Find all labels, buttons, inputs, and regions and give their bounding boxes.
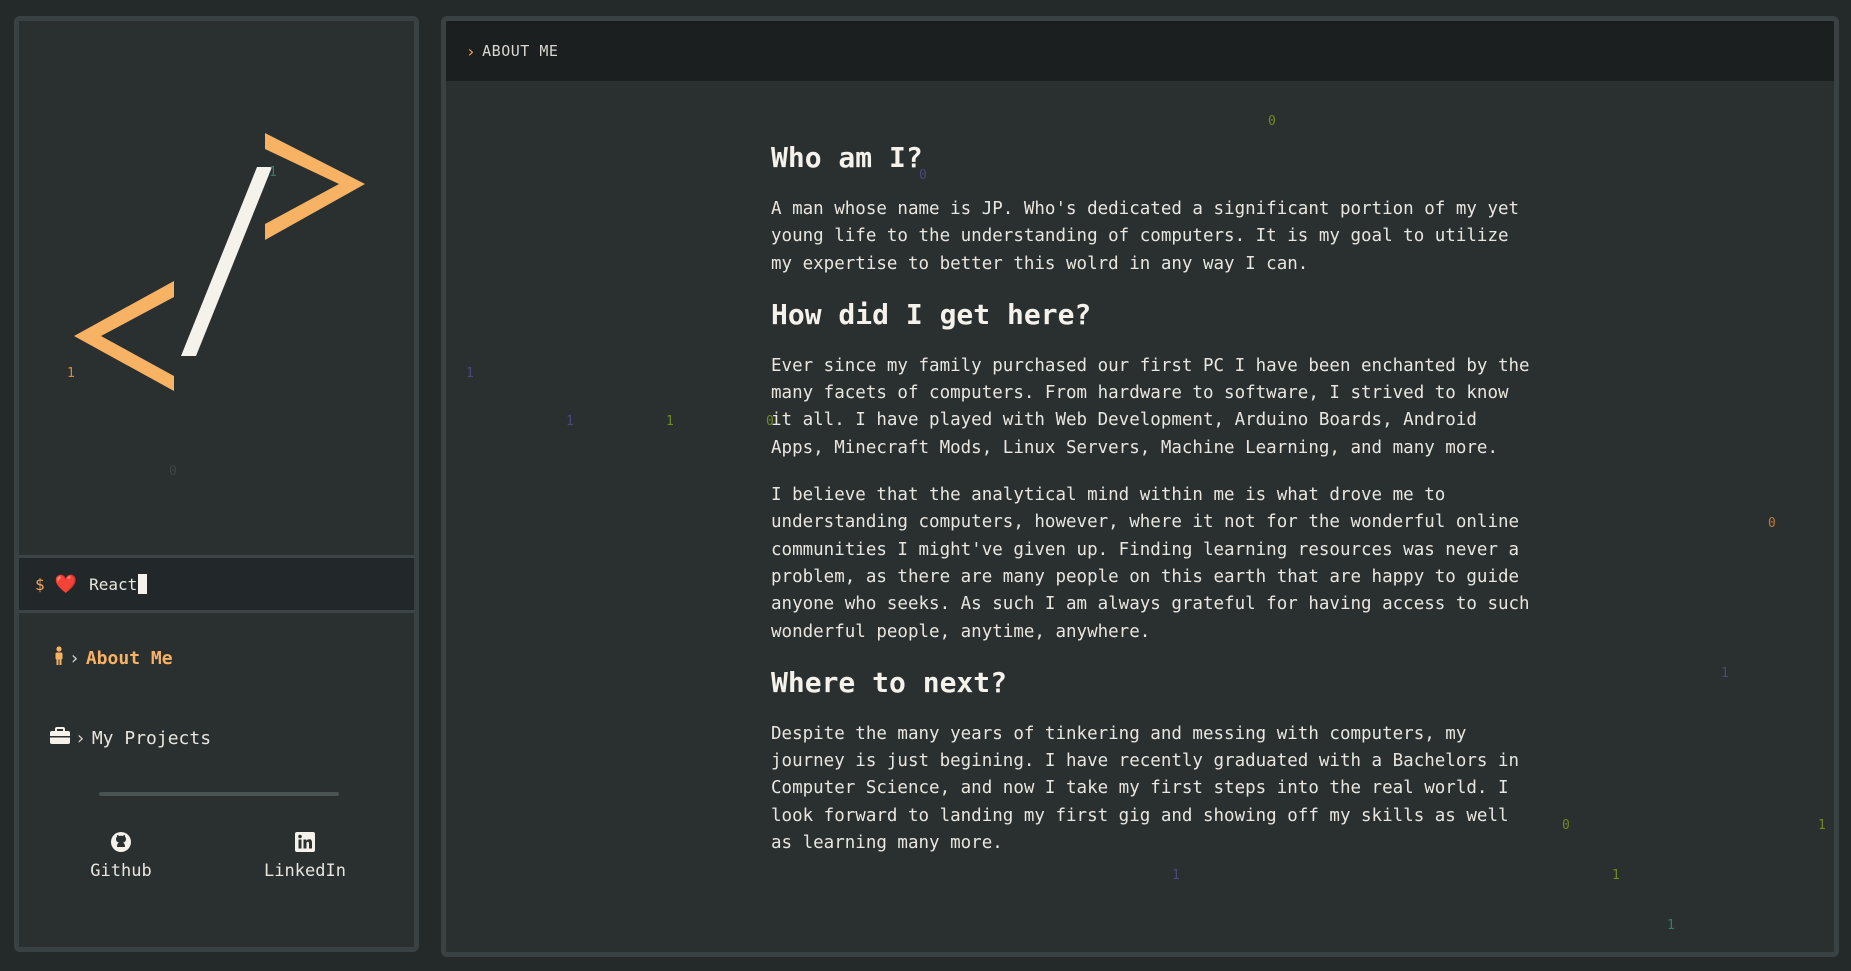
svg-text:1: 1 (269, 165, 277, 180)
section-paragraph: Ever since my family purchased our first… (771, 355, 1530, 458)
briefcase-icon (49, 727, 71, 750)
section-heading: How did I get here? (771, 297, 1092, 331)
binary-rain-digit: 1 (1818, 818, 1826, 833)
logo-area: 1 1 0 (19, 21, 414, 555)
linkedin-label: LinkedIn (264, 861, 346, 881)
terminal-prompt: $ (35, 574, 45, 594)
github-link[interactable]: Github (61, 831, 181, 881)
binary-rain-digit: 1 (1667, 918, 1675, 933)
about-content: Who am I? A man whose name is JP. Who's … (771, 141, 1531, 877)
linkedin-icon (245, 831, 365, 858)
code-logo-icon: 1 1 0 (67, 133, 365, 479)
section-paragraph: Despite the many years of tinkering and … (771, 723, 1520, 854)
terminal-text: React (89, 574, 138, 594)
binary-rain-digit: 1 (566, 414, 574, 429)
github-label: Github (90, 861, 152, 881)
section-paragraph: I believe that the analytical mind withi… (771, 485, 1530, 642)
chevron-right-icon: › (466, 41, 477, 61)
chevron-right-icon: › (69, 648, 80, 669)
nav-about-me[interactable]: › About Me (53, 646, 173, 671)
binary-rain-digit: 0 (1562, 818, 1570, 833)
binary-rain-digit: 1 (466, 366, 474, 381)
svg-text:1: 1 (67, 366, 75, 381)
section-heading: Who am I? (771, 141, 923, 174)
terminal-cursor (138, 574, 148, 594)
sidebar: 1 1 0 $ ❤️ React › About Me › My Project… (14, 16, 419, 952)
chevron-right-icon: › (75, 728, 86, 749)
binary-rain-digit: 1 (1612, 868, 1620, 883)
person-icon (53, 646, 65, 671)
linkedin-link[interactable]: LinkedIn (245, 831, 365, 881)
nav-about-me-label: About Me (85, 648, 173, 669)
divider (99, 792, 339, 796)
binary-rain-digit: 0 (1268, 114, 1276, 129)
heart-icon: ❤️ (54, 573, 78, 595)
breadcrumb-label: ABOUT ME (482, 42, 559, 60)
binary-rain-digit: 0 (1768, 516, 1776, 531)
main-panel: › ABOUT ME Who am I? A man whose name is… (441, 16, 1839, 957)
section-heading: Where to next? (771, 665, 1008, 699)
nav-my-projects[interactable]: › My Projects (49, 727, 211, 750)
section-paragraph: A man whose name is JP. Who's dedicated … (771, 199, 1520, 274)
breadcrumb: › ABOUT ME (446, 21, 1834, 81)
nav-my-projects-label: My Projects (91, 728, 212, 749)
terminal-line: $ ❤️ React (19, 555, 414, 613)
binary-rain-digit: 1 (1721, 666, 1729, 681)
binary-rain-digit: 1 (666, 414, 674, 429)
svg-text:0: 0 (169, 464, 177, 479)
github-icon (61, 831, 181, 858)
